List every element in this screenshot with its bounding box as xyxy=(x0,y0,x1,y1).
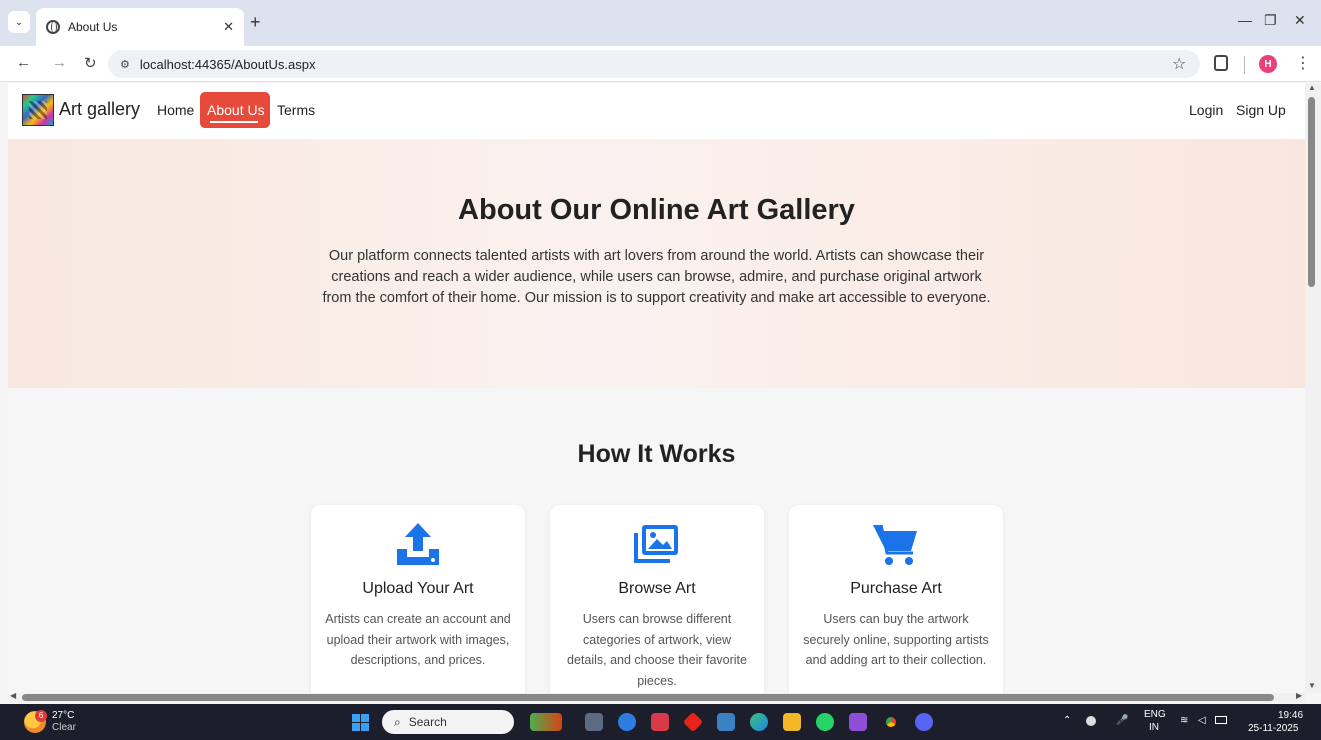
card-description: Users can browse different categories of… xyxy=(567,612,747,688)
address-bar[interactable]: ⚙ localhost:44365/AboutUs.aspx xyxy=(108,50,1200,78)
tab-title: About Us xyxy=(68,20,118,34)
card-title: Purchase Art xyxy=(850,580,942,597)
horizontal-scrollbar[interactable]: ◀ ▶ xyxy=(8,691,1305,702)
app-icon[interactable] xyxy=(618,713,636,731)
card-description: Users can buy the artwork securely onlin… xyxy=(803,612,989,667)
browser-tab-bar: ⌄ About Us ✕ + — ❐ ✕ xyxy=(0,0,1321,46)
card-purchase: Purchase Art Users can buy the artwork s… xyxy=(789,505,1003,693)
scroll-left-arrow-icon[interactable]: ◀ xyxy=(10,691,16,700)
windows-taskbar: 6 27°C Clear ⌕ Search ⌃ 🎤 ENG IN ≋ ◁ 19:… xyxy=(0,704,1321,740)
windows-start-icon[interactable] xyxy=(352,714,369,731)
taskbar-search[interactable]: ⌕ Search xyxy=(382,710,514,734)
file-explorer-icon[interactable] xyxy=(783,713,801,731)
tray-expand-icon[interactable]: ⌃ xyxy=(1063,715,1071,726)
globe-icon xyxy=(46,20,60,34)
how-it-works-heading: How It Works xyxy=(577,440,736,468)
minimize-button[interactable]: — xyxy=(1238,12,1252,28)
about-hero: About Our Online Art Gallery Our platfor… xyxy=(8,139,1305,388)
search-icon: ⌕ xyxy=(394,714,401,729)
search-placeholder: Search xyxy=(408,715,447,729)
reload-icon[interactable]: ↻ xyxy=(84,54,97,72)
task-view-icon[interactable] xyxy=(585,713,603,731)
app-icon[interactable] xyxy=(682,711,704,733)
clock-time[interactable]: 19:46 xyxy=(1278,710,1303,721)
widget-app-icon[interactable] xyxy=(530,713,562,731)
edge-icon[interactable] xyxy=(750,713,768,731)
tab-search-button[interactable]: ⌄ xyxy=(8,11,30,33)
wifi-icon[interactable]: ≋ xyxy=(1180,715,1188,726)
brand-name[interactable]: Art gallery xyxy=(59,99,140,120)
cart-icon xyxy=(873,524,917,565)
whatsapp-icon[interactable] xyxy=(816,713,834,731)
nav-about-us[interactable]: About Us xyxy=(200,92,270,128)
discord-icon[interactable] xyxy=(915,713,933,731)
volume-icon[interactable]: ◁ xyxy=(1198,715,1206,726)
calculator-icon[interactable] xyxy=(717,713,735,731)
back-arrow-icon[interactable]: ← xyxy=(16,54,31,71)
visual-studio-icon[interactable] xyxy=(849,713,867,731)
chrome-icon[interactable] xyxy=(882,713,900,731)
vertical-scroll-thumb[interactable] xyxy=(1308,97,1315,287)
tray-app-icon[interactable] xyxy=(1086,716,1096,726)
nav-signup[interactable]: Sign Up xyxy=(1236,102,1286,118)
weather-condition[interactable]: Clear xyxy=(52,722,76,733)
card-upload: Upload Your Art Artists can create an ac… xyxy=(311,505,525,693)
forward-arrow-icon[interactable]: → xyxy=(52,54,67,71)
url-text[interactable]: localhost:44365/AboutUs.aspx xyxy=(140,57,316,72)
card-title: Upload Your Art xyxy=(362,580,474,597)
card-browse: Browse Art Users can browse different ca… xyxy=(550,505,764,693)
scroll-down-arrow-icon[interactable]: ▼ xyxy=(1308,681,1316,690)
extensions-icon[interactable] xyxy=(1214,55,1228,71)
bookmark-star-icon[interactable]: ☆ xyxy=(1172,54,1186,74)
weather-badge: 6 xyxy=(35,710,47,722)
vertical-scrollbar[interactable]: ▲ ▼ xyxy=(1305,83,1321,693)
nav-about-label: About Us xyxy=(207,102,265,118)
site-navbar: Art gallery Home About Us Terms Login Si… xyxy=(8,83,1305,139)
nav-home[interactable]: Home xyxy=(157,102,194,118)
card-description: Artists can create an account and upload… xyxy=(325,612,511,667)
mcafee-icon[interactable] xyxy=(651,713,669,731)
microphone-icon[interactable]: 🎤 xyxy=(1116,715,1128,726)
toolbar-divider xyxy=(1244,56,1245,74)
nav-terms[interactable]: Terms xyxy=(277,102,315,118)
restore-button[interactable]: ❐ xyxy=(1264,12,1277,29)
tab-close-icon[interactable]: ✕ xyxy=(223,19,234,35)
new-tab-button[interactable]: + xyxy=(250,12,261,33)
browser-toolbar: ← → ↻ ⚙ localhost:44365/AboutUs.aspx ☆ H… xyxy=(0,46,1321,82)
upload-icon xyxy=(397,523,439,565)
about-description: Our platform connects talented artists w… xyxy=(322,248,991,306)
page-viewport: Art gallery Home About Us Terms Login Si… xyxy=(8,83,1305,693)
battery-icon[interactable] xyxy=(1215,716,1227,724)
clock-date[interactable]: 25-11-2025 xyxy=(1248,723,1298,734)
close-window-button[interactable]: ✕ xyxy=(1294,12,1306,29)
horizontal-scroll-thumb[interactable] xyxy=(22,694,1274,701)
nav-login[interactable]: Login xyxy=(1189,102,1223,118)
language-indicator[interactable]: ENG xyxy=(1144,709,1166,720)
gallery-icon xyxy=(634,525,678,563)
profile-avatar[interactable]: H xyxy=(1259,55,1277,73)
card-title: Browse Art xyxy=(618,580,696,597)
art-gallery-logo[interactable] xyxy=(22,94,54,126)
page-title: About Our Online Art Gallery xyxy=(458,194,855,226)
more-menu-icon[interactable]: ⋮ xyxy=(1295,53,1311,73)
scroll-up-arrow-icon[interactable]: ▲ xyxy=(1308,83,1316,92)
site-info-icon[interactable]: ⚙ xyxy=(120,58,130,71)
weather-temperature[interactable]: 27°C xyxy=(52,710,74,721)
region-indicator[interactable]: IN xyxy=(1149,722,1159,733)
scroll-right-arrow-icon[interactable]: ▶ xyxy=(1296,691,1302,700)
browser-tab[interactable]: About Us ✕ xyxy=(36,8,244,46)
